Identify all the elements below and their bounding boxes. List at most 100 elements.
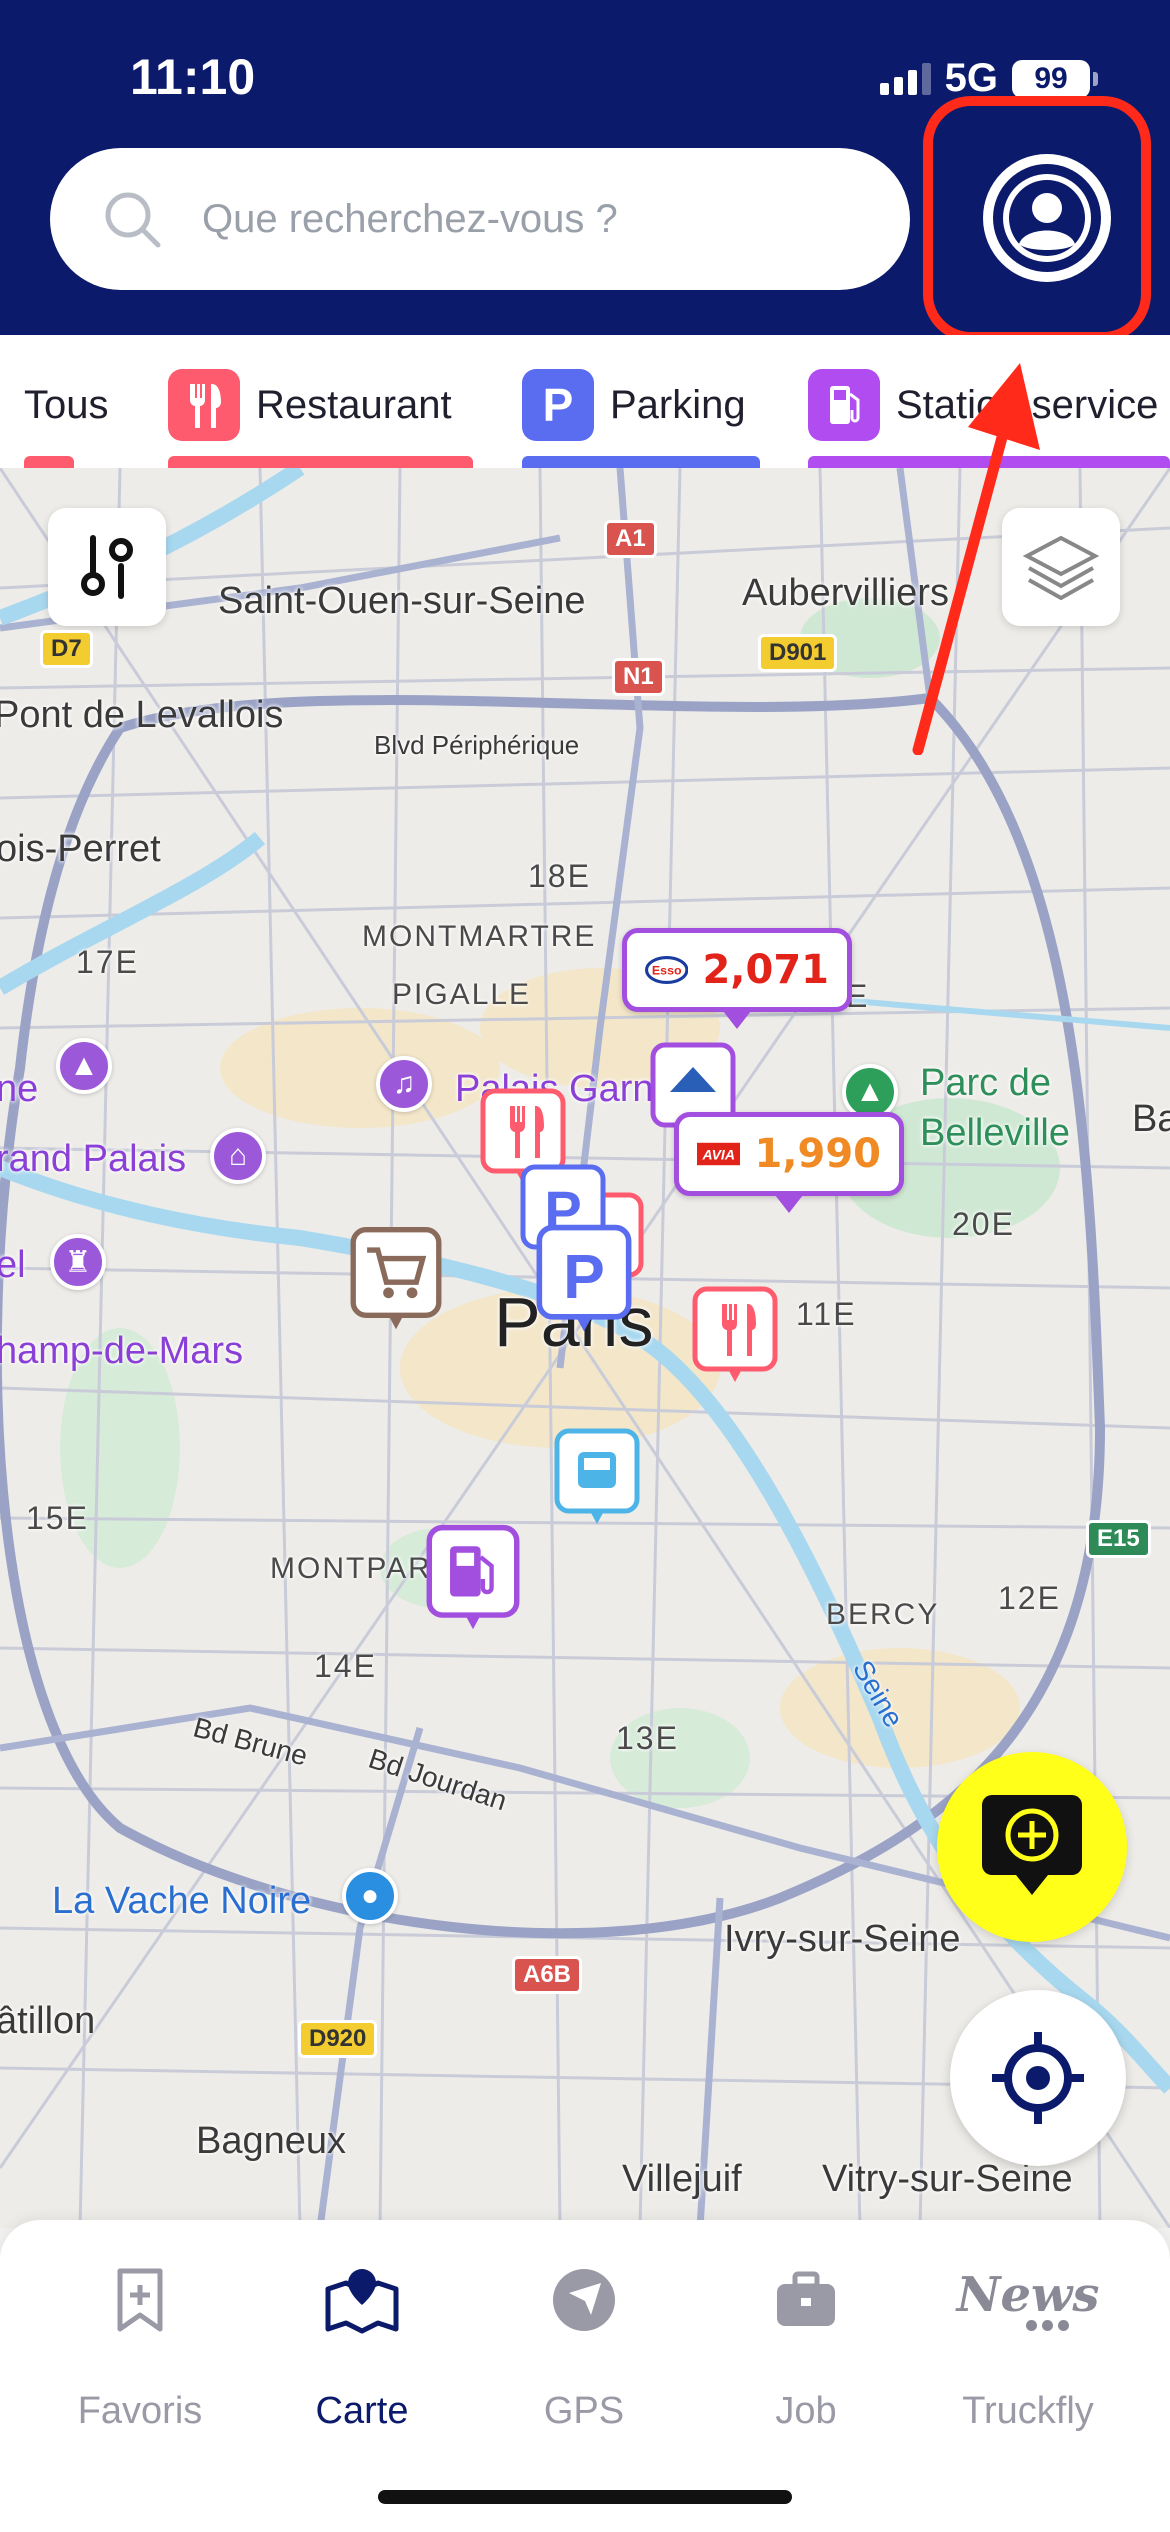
add-pin-icon — [982, 1795, 1082, 1895]
filter-button[interactable] — [48, 508, 166, 626]
category-tab-restaurant[interactable]: Restaurant — [168, 365, 452, 445]
map-label: Pont de Levallois — [0, 694, 284, 736]
parking-pin-icon[interactable]: P — [536, 1224, 632, 1336]
road-shield: E15 — [1086, 1520, 1151, 1558]
map-label: hamp-de-Mars — [0, 1330, 244, 1372]
annotation-arrow-icon — [912, 363, 1040, 755]
map-label: Saint-Ouen-sur-Seine — [218, 580, 586, 622]
category-label: Tous — [24, 382, 109, 427]
music-icon[interactable]: ♫ — [376, 1056, 432, 1112]
nav-label: Job — [775, 2390, 837, 2432]
restaurant-pin-icon[interactable] — [692, 1286, 778, 1386]
map-label: Bagneux — [196, 2120, 347, 2162]
fuel-price-avia[interactable]: AVIA 1,990 — [674, 1112, 904, 1213]
map-label: el — [0, 1244, 26, 1286]
map-label: âtillon — [0, 2000, 96, 2042]
avia-logo-icon: AVIA — [697, 1142, 741, 1166]
fork-knife-icon — [168, 369, 240, 441]
news-icon: News — [956, 2250, 1100, 2350]
home-indicator — [378, 2490, 792, 2504]
fuel-pump-icon — [808, 369, 880, 441]
recenter-location-button[interactable] — [950, 1990, 1126, 2166]
map-label: 11E — [796, 1296, 857, 1332]
museum-icon[interactable]: ⌂ — [210, 1128, 266, 1184]
nav-label: Carte — [315, 2390, 409, 2432]
map-label: 15E — [26, 1500, 89, 1536]
map-label: 14E — [314, 1648, 377, 1684]
road-shield: N1 — [612, 658, 665, 696]
map-label: PIGALLE — [392, 978, 532, 1011]
fuel-price-esso[interactable]: Esso 2,071 — [622, 928, 852, 1029]
status-bar-right: 5G 99 — [879, 56, 1098, 101]
nav-label: GPS — [543, 2390, 625, 2432]
nav-item-job[interactable]: Job — [689, 2250, 923, 2450]
map-label: Ba — [1132, 1098, 1170, 1140]
road-shield: D920 — [298, 2020, 378, 2058]
status-time: 11:10 — [130, 49, 256, 105]
app-root: 11:10 5G 99 Que recherchez-vous ? Tous R… — [0, 0, 1170, 2532]
map-label: La Vache Noire — [52, 1880, 312, 1922]
road-shield: A1 — [604, 520, 657, 558]
tower-icon[interactable]: ♜ — [50, 1234, 106, 1290]
map-label: Villejuif — [622, 2158, 742, 2200]
map-label: Parc de Belleville — [920, 1062, 1070, 1154]
category-tab-parking[interactable]: P Parking — [522, 365, 746, 445]
bottom-nav: Favoris Carte GPS Job News Truckfly — [0, 2220, 1170, 2532]
map-label: 12E — [998, 1580, 1061, 1616]
road-shield: D7 — [40, 630, 93, 668]
fuel-price-value: 2,071 — [702, 947, 829, 993]
map-label: BERCY — [826, 1598, 940, 1631]
map-label: ois-Perret — [0, 828, 161, 870]
profile-highlight — [923, 96, 1151, 342]
esso-logo-icon: Esso — [645, 956, 689, 984]
search-bar[interactable]: Que recherchez-vous ? — [50, 148, 910, 290]
nav-item-favoris[interactable]: Favoris — [23, 2250, 257, 2450]
category-indicator — [24, 456, 74, 468]
svg-text:P: P — [563, 1242, 605, 1312]
nav-label: Truckfly — [962, 2390, 1094, 2432]
crosshair-icon — [992, 2032, 1084, 2124]
category-indicator — [168, 456, 473, 468]
map-label: 18E — [528, 858, 591, 894]
profile-button[interactable] — [983, 154, 1111, 282]
network-type: 5G — [944, 56, 998, 100]
signal-icon — [879, 62, 931, 95]
filter-sliders-icon — [81, 535, 133, 599]
nav-item-gps[interactable]: GPS — [467, 2250, 701, 2450]
map-label: Blvd Périphérique — [374, 730, 580, 760]
bookmark-plus-icon — [117, 2268, 163, 2332]
fuel-price-value: 1,990 — [754, 1131, 881, 1177]
map-label: 17E — [76, 944, 139, 980]
category-label: Parking — [610, 382, 746, 427]
monument-icon[interactable]: ▲ — [56, 1038, 112, 1094]
svg-text:Esso: Esso — [652, 964, 682, 978]
lock-icon[interactable]: ● — [342, 1868, 398, 1924]
map-label: Ivry-sur-Seine — [724, 1918, 961, 1960]
map-label: 20E — [952, 1206, 1015, 1242]
map-label: 13E — [616, 1720, 679, 1756]
road-shield: A6B — [512, 1956, 583, 1994]
search-icon — [105, 192, 161, 248]
map-icon — [325, 2269, 399, 2334]
category-indicator — [522, 456, 760, 468]
nav-item-carte[interactable]: Carte — [245, 2250, 479, 2450]
category-tab-tous[interactable]: Tous — [24, 365, 109, 445]
nav-item-truckfly[interactable]: News Truckfly — [911, 2250, 1145, 2450]
nav-label: Favoris — [77, 2390, 203, 2432]
navigation-arrow-icon — [553, 2269, 615, 2331]
road-shield: D901 — [758, 634, 838, 672]
svg-text:AVIA: AVIA — [702, 1147, 735, 1163]
fuel-station-pin-icon[interactable] — [426, 1524, 520, 1634]
map-label: rand Palais — [0, 1138, 187, 1180]
battery-icon: 99 — [1012, 59, 1098, 98]
map-label: ne — [0, 1068, 39, 1110]
header: 11:10 5G 99 Que recherchez-vous ? — [0, 0, 1170, 342]
add-poi-button[interactable] — [937, 1752, 1127, 1942]
battery-level: 99 — [1034, 61, 1068, 95]
search-placeholder: Que recherchez-vous ? — [202, 196, 618, 241]
shopping-cart-pin-icon[interactable] — [350, 1226, 442, 1334]
user-icon — [1003, 174, 1091, 262]
briefcase-icon — [777, 2271, 835, 2326]
truck-wash-pin-icon[interactable] — [554, 1428, 640, 1528]
news-icon-text: News — [956, 2266, 1100, 2323]
